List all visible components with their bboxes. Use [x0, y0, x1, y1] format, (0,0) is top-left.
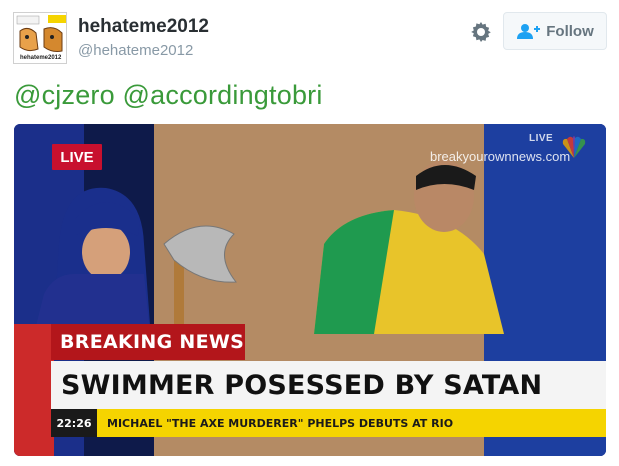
display-name[interactable]: hehateme2012	[78, 16, 209, 38]
peacock-logo-icon	[562, 136, 586, 158]
network-live-label: LIVE	[529, 133, 554, 144]
breaking-news-label: BREAKING NEWS	[51, 324, 245, 360]
news-headline: SWIMMER POSESSED BY SATAN	[51, 361, 606, 409]
add-user-icon	[517, 24, 541, 39]
news-time: 22:26	[51, 409, 97, 437]
gear-icon[interactable]	[469, 20, 493, 44]
user-handle[interactable]: @hehateme2012	[78, 42, 193, 59]
mention-link[interactable]: @accordingtobri	[123, 80, 323, 110]
avatar[interactable]: hehateme2012	[13, 12, 67, 64]
follow-button[interactable]: Follow	[503, 12, 607, 50]
news-ticker: MICHAEL "THE AXE MURDERER" PHELPS DEBUTS…	[97, 409, 606, 437]
mention-link[interactable]: @cjzero	[14, 80, 115, 110]
watermark: breakyourownnews.com	[430, 149, 571, 164]
live-badge: LIVE	[52, 144, 102, 170]
tweet-text: @cjzero @accordingtobri	[14, 80, 323, 111]
tweet-media[interactable]: LIVE breakyourownnews.com LIVE BREAKING …	[14, 124, 606, 456]
follow-label: Follow	[546, 22, 594, 40]
avatar-caption: hehateme2012	[20, 55, 62, 61]
